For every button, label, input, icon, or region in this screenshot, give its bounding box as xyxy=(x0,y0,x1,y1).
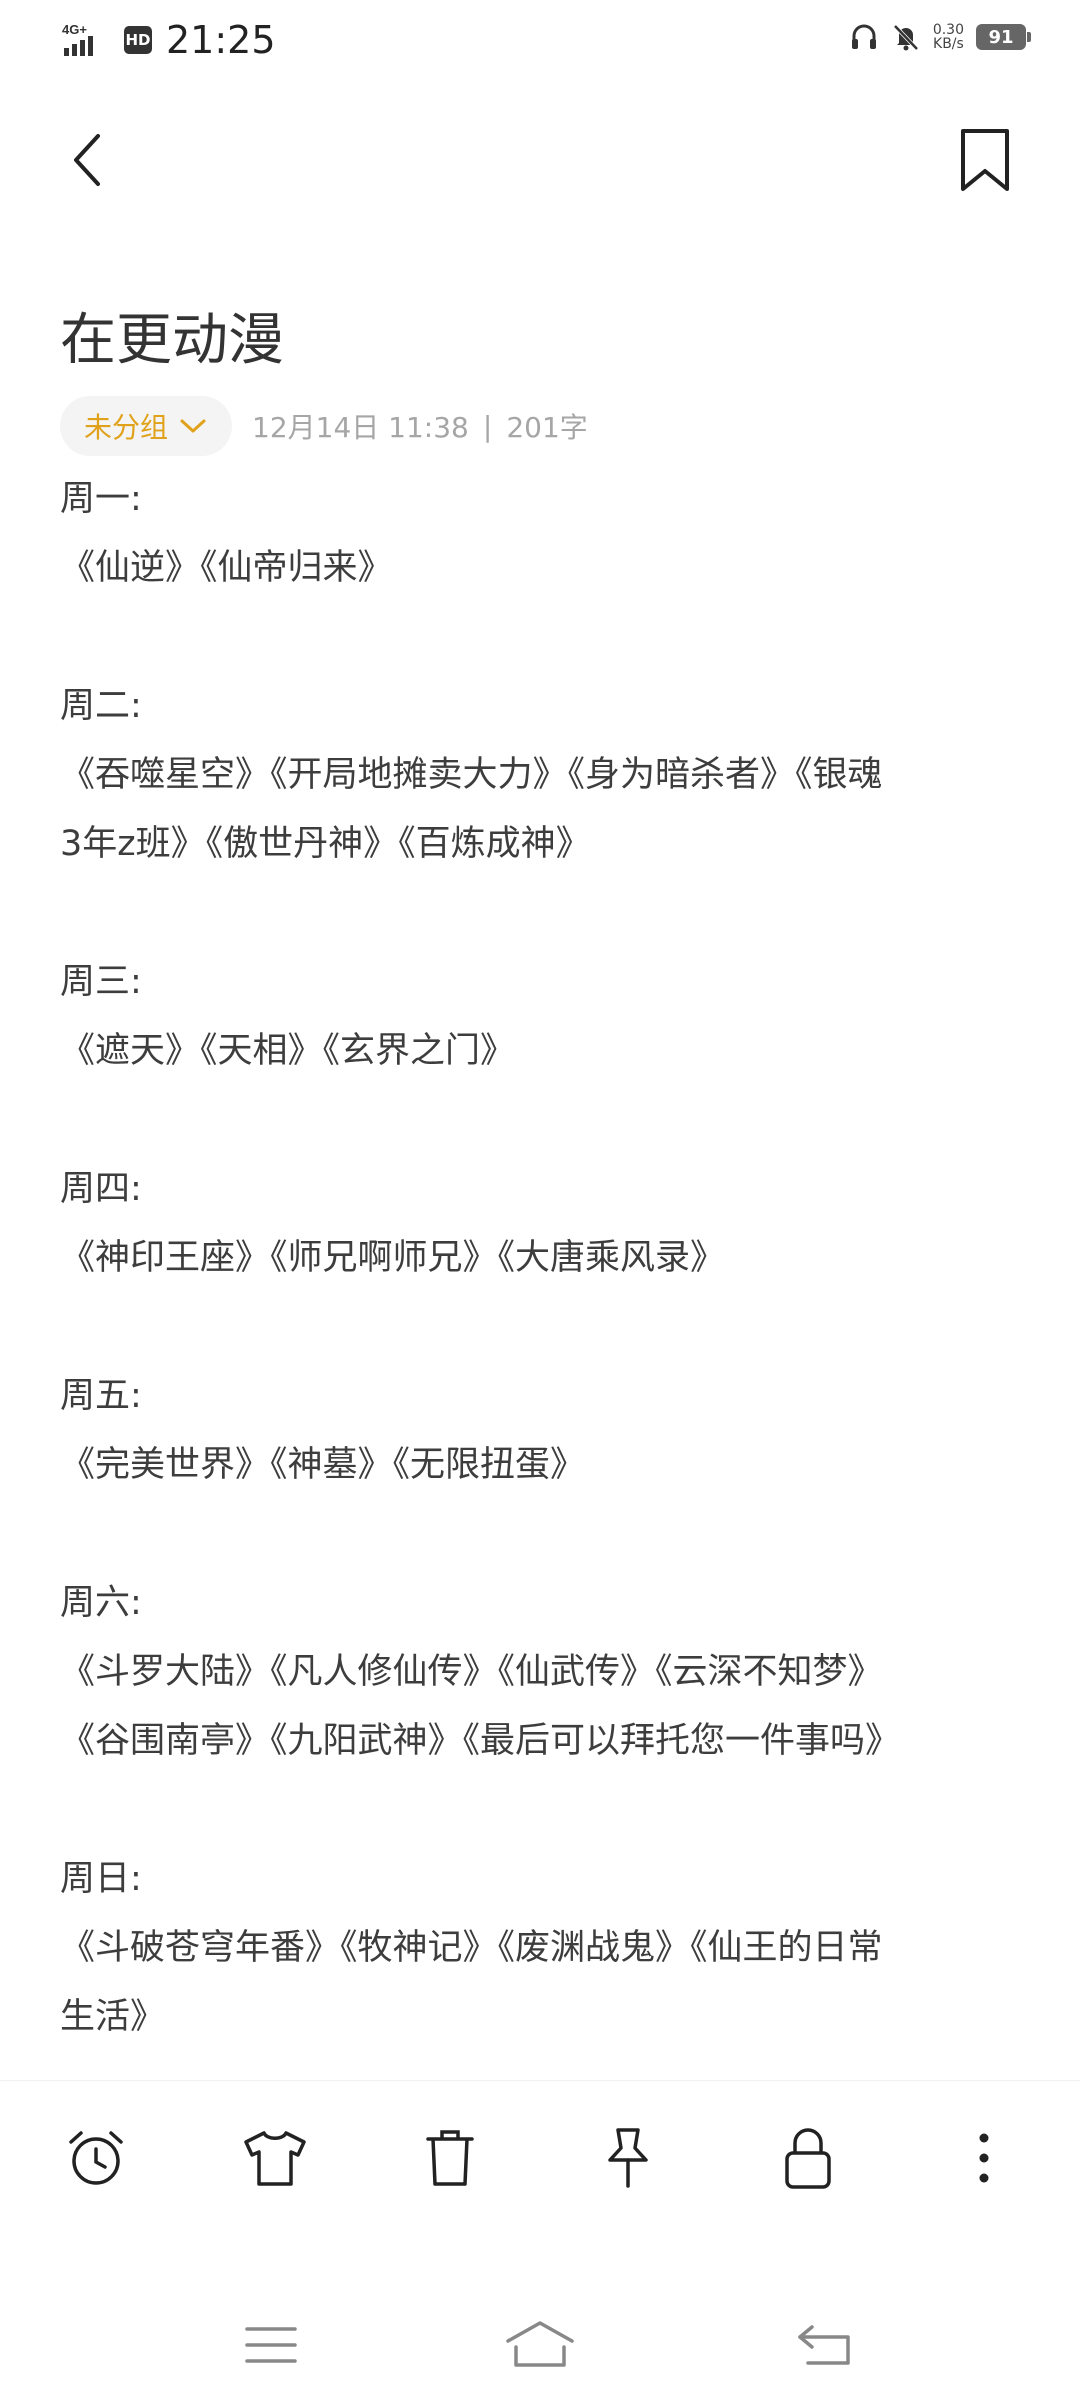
delete-button[interactable] xyxy=(410,2123,490,2193)
note-date: 12月14日 11:38 xyxy=(252,411,469,444)
home-button[interactable] xyxy=(485,2310,595,2380)
theme-button[interactable] xyxy=(235,2123,315,2193)
lock-button[interactable] xyxy=(768,2123,848,2193)
shirt-icon xyxy=(244,2131,306,2186)
note-line: 周一: xyxy=(60,479,142,519)
system-nav-bar xyxy=(0,2290,1080,2400)
more-vertical-icon xyxy=(979,2133,989,2183)
back-icon xyxy=(798,2325,850,2365)
note-line: 《完美世界》《神墓》《无限扭蛋》 xyxy=(60,1445,586,1485)
pin-icon xyxy=(608,2128,648,2188)
chevron-down-icon xyxy=(180,419,206,433)
more-button[interactable] xyxy=(944,2123,1024,2193)
note-line: 周五: xyxy=(60,1376,142,1416)
note-line: 周四: xyxy=(60,1169,142,1209)
note-line: 生活》 xyxy=(60,1997,166,2037)
status-left: 4G+ HD 21:25 xyxy=(60,18,276,62)
speed-value: 0.30 xyxy=(932,22,964,38)
pin-button[interactable] xyxy=(588,2123,668,2193)
note-line: 《斗罗大陆》《凡人修仙传》《仙武传》《云深不知梦》 xyxy=(60,1652,883,1692)
note-line: 《神印王座》《师兄啊师兄》《大唐乘风录》 xyxy=(60,1238,726,1278)
hd-badge: HD xyxy=(124,26,152,54)
note-title[interactable]: 在更动漫 xyxy=(60,295,284,376)
recent-apps-button[interactable] xyxy=(216,2310,326,2380)
menu-icon xyxy=(245,2327,297,2363)
note-line: 周日: xyxy=(60,1859,142,1899)
group-selector[interactable]: 未分组 xyxy=(60,396,233,456)
bookmark-button[interactable] xyxy=(950,120,1020,200)
bookmark-icon xyxy=(961,129,1009,191)
note-meta: 未分组 12月14日 11:38 | 201字 xyxy=(60,396,588,456)
network-speed: 0.30 KB/s xyxy=(933,23,964,51)
trash-icon xyxy=(426,2130,474,2186)
headphones-icon xyxy=(851,24,876,49)
note-body[interactable]: 周一: 《仙逆》《仙帝归来》 周二: 《吞噬星空》《开局地摊卖大力》《身为暗杀者… xyxy=(60,465,1020,2052)
note-line: 周二: xyxy=(60,686,142,726)
chevron-left-icon xyxy=(74,134,100,186)
bell-muted-icon xyxy=(893,24,919,51)
status-right: 0.30 KB/s 91 xyxy=(849,22,1031,52)
note-line: 《斗破苍穹年番》《牧神记》《废渊战鬼》《仙王的日常 xyxy=(60,1928,883,1968)
status-bar: 4G+ HD 21:25 0.30 KB/s 91 xyxy=(0,0,1080,80)
note-line: 周三: xyxy=(60,962,142,1002)
back-button[interactable] xyxy=(68,120,128,200)
home-icon xyxy=(506,2321,574,2367)
note-toolbar xyxy=(0,2080,1080,2231)
system-back-button[interactable] xyxy=(770,2310,880,2380)
note-line: 《吞噬星空》《开局地摊卖大力》《身为暗杀者》《银魂 xyxy=(60,755,883,795)
battery-indicator: 91 xyxy=(976,24,1031,50)
note-line: 3年z班》《傲世丹神》《百炼成神》 xyxy=(60,824,591,864)
note-line: 周六: xyxy=(60,1583,142,1623)
note-line: 《谷围南亭》《九阳武神》《最后可以拜托您一件事吗》 xyxy=(60,1721,901,1761)
status-time: 21:25 xyxy=(166,18,276,62)
note-line: 《遮天》《天相》《玄界之门》 xyxy=(60,1031,516,1071)
word-count: 201字 xyxy=(506,411,588,444)
note-line: 《仙逆》《仙帝归来》 xyxy=(60,548,393,588)
speed-unit: KB/s xyxy=(933,36,964,52)
lock-icon xyxy=(785,2128,831,2189)
network-type: 4G+ xyxy=(62,22,87,37)
reminder-button[interactable] xyxy=(56,2123,136,2193)
alarm-icon xyxy=(69,2131,123,2185)
signal-icon: 4G+ xyxy=(62,22,93,56)
group-label: 未分组 xyxy=(84,411,169,444)
meta-separator: | xyxy=(482,409,493,443)
